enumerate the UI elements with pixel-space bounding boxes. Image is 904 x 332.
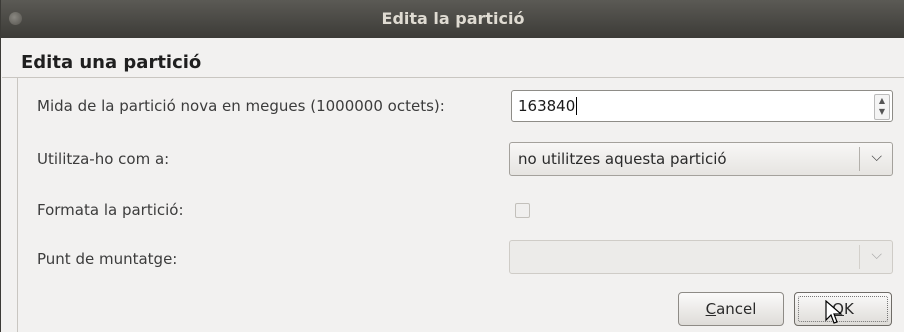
chevron-down-icon[interactable]: ▼ bbox=[875, 106, 889, 117]
dropdown-separator bbox=[859, 245, 860, 269]
use-as-value: no utilitzes aquesta partició bbox=[518, 150, 727, 168]
size-label: Mida de la partició nova en megues (1000… bbox=[37, 97, 445, 115]
dropdown-separator bbox=[859, 147, 860, 171]
size-value[interactable]: 163840 bbox=[518, 97, 578, 115]
mount-point-label: Punt de muntatge: bbox=[37, 250, 178, 268]
title-bar[interactable]: Edita la partició bbox=[1, 0, 904, 38]
ok-label: K bbox=[843, 300, 854, 318]
chevron-down-icon: ⌵ bbox=[871, 247, 882, 263]
cancel-button[interactable]: Cancel bbox=[678, 292, 784, 326]
chevron-down-icon: ⌵ bbox=[871, 149, 882, 165]
dialog-heading: Edita una partició bbox=[21, 52, 202, 73]
use-as-label: Utilitza-ho com a: bbox=[37, 150, 170, 168]
cancel-mnemonic: C bbox=[705, 300, 717, 318]
mouse-pointer-icon bbox=[825, 300, 843, 324]
format-label: Formata la partició: bbox=[37, 201, 184, 219]
spin-arrows[interactable]: ▲ ▼ bbox=[874, 94, 890, 120]
mount-point-dropdown[interactable]: ⌵ bbox=[509, 240, 893, 274]
format-checkbox[interactable] bbox=[515, 203, 530, 218]
chevron-up-icon[interactable]: ▲ bbox=[875, 95, 889, 106]
use-as-dropdown[interactable]: no utilitzes aquesta partició ⌵ bbox=[509, 142, 893, 176]
edit-partition-dialog: Edita la partició Edita una partició Mid… bbox=[0, 0, 904, 332]
window-title: Edita la partició bbox=[381, 9, 525, 28]
size-spinbutton[interactable]: 163840 ▲ ▼ bbox=[511, 90, 893, 122]
ok-button[interactable]: OK bbox=[794, 292, 892, 326]
cancel-label: ancel bbox=[716, 300, 757, 318]
